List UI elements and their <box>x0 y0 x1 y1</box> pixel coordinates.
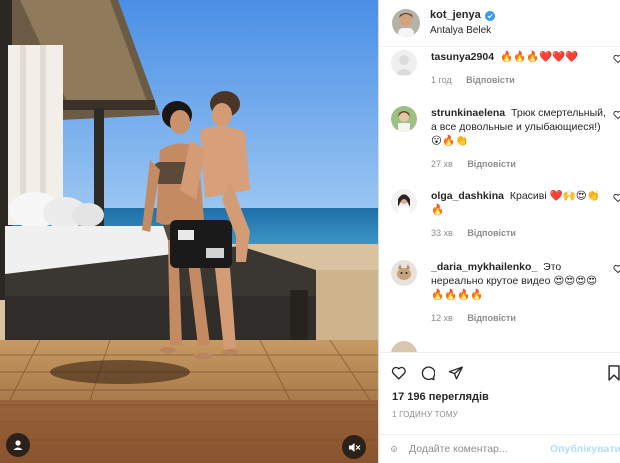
commenter-avatar[interactable] <box>391 189 417 215</box>
author-avatar[interactable] <box>392 9 420 37</box>
reply-button[interactable]: Відповісти <box>466 75 515 85</box>
add-comment-bar: Опублікувати <box>379 434 620 463</box>
comment-item: strunkinaelena Трюк смертельный, а все д… <box>391 106 620 171</box>
comment-like-heart-icon[interactable] <box>613 54 620 64</box>
mute-button[interactable] <box>342 435 366 459</box>
comment-icon[interactable] <box>420 363 436 383</box>
comments-list[interactable]: tasunya2904 🔥🔥🔥❤️❤️❤️ 1 год Відповісти s… <box>379 47 620 352</box>
comment-like-heart-icon[interactable] <box>613 110 620 120</box>
user-tag-icon <box>13 440 23 450</box>
commenter-avatar[interactable] <box>391 341 417 352</box>
commenter-avatar[interactable] <box>391 106 417 132</box>
smiley-icon[interactable] <box>391 439 397 459</box>
verified-badge-icon <box>484 10 495 21</box>
comment-text: 🔥🔥🔥❤️❤️❤️ <box>499 51 579 63</box>
comment-like-heart-icon[interactable] <box>613 193 620 203</box>
comment-username[interactable]: strunkinaelena <box>431 107 505 119</box>
paper-plane-icon[interactable] <box>448 363 464 383</box>
post-sidebar: kot_jenya Antalya Belek tasunya2904 🔥🔥🔥❤… <box>378 0 620 463</box>
speaker-muted-icon <box>348 442 360 452</box>
comment-username[interactable]: _daria_mykhailenko_ <box>431 261 537 273</box>
comment-input[interactable] <box>408 443 544 455</box>
view-count[interactable]: 17 196 переглядів <box>379 391 620 403</box>
heart-icon[interactable] <box>391 363 407 383</box>
comment-item: _daria_mykhailenko_ Это нереально крутое… <box>391 260 620 325</box>
publish-button[interactable]: Опублікувати <box>550 443 620 455</box>
post-video[interactable] <box>0 0 378 463</box>
post-date[interactable]: 1 ГОДИНУ ТОМУ <box>379 410 620 419</box>
comment-like-heart-icon[interactable] <box>613 264 620 274</box>
post-header: kot_jenya Antalya Belek <box>379 0 620 47</box>
comment-item: tasunya2904 🔥🔥🔥❤️❤️❤️ 1 год Відповісти <box>391 50 620 87</box>
author-username[interactable]: kot_jenya <box>430 8 481 23</box>
comment-item-partial <box>391 341 620 352</box>
post-actions: 17 196 переглядів 1 ГОДИНУ ТОМУ <box>379 352 620 419</box>
post-dialog: kot_jenya Antalya Belek tasunya2904 🔥🔥🔥❤… <box>0 0 620 463</box>
reply-button[interactable]: Відповісти <box>467 313 516 323</box>
comment-username[interactable]: olga_dashkina <box>431 190 504 202</box>
comment-time[interactable]: 33 хв <box>431 228 453 238</box>
comment-time[interactable]: 27 хв <box>431 159 453 169</box>
comment-time[interactable]: 1 год <box>431 75 452 85</box>
bookmark-icon[interactable] <box>607 363 620 383</box>
reply-button[interactable]: Відповісти <box>467 159 516 169</box>
tagged-users-button[interactable] <box>6 433 30 457</box>
reply-button[interactable]: Відповісти <box>467 228 516 238</box>
commenter-avatar[interactable] <box>391 50 417 76</box>
post-location[interactable]: Antalya Belek <box>430 23 495 38</box>
comment-item: olga_dashkina Красиві ❤️🙌😍👏🔥 33 хв Відпо… <box>391 189 620 240</box>
commenter-avatar[interactable] <box>391 260 417 286</box>
comment-username[interactable]: tasunya2904 <box>431 51 494 63</box>
video-frame[interactable] <box>0 0 378 463</box>
comment-time[interactable]: 12 хв <box>431 313 453 323</box>
